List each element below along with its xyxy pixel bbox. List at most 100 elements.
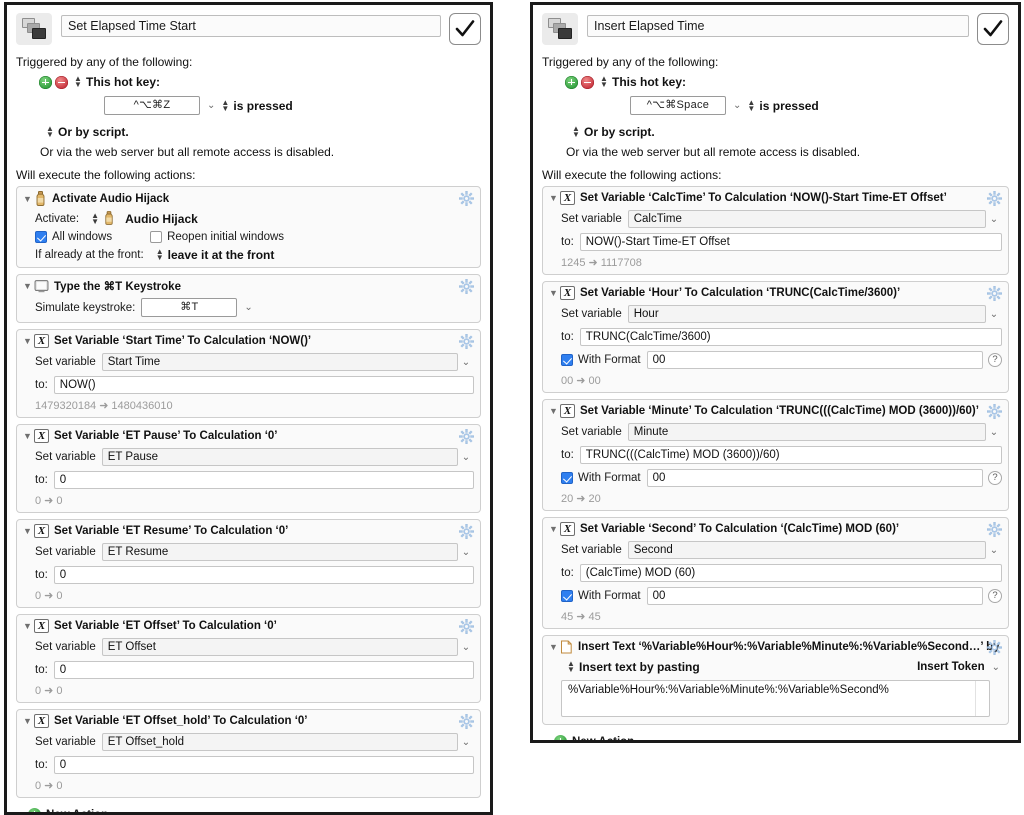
new-action-button-left[interactable]: New Action xyxy=(16,804,481,815)
front-behavior-stepper-icon[interactable]: ▲▼ xyxy=(156,249,164,261)
action-set-variable-et-offset[interactable]: ▼ X Set Variable ‘ET Offset’ To Calculat… xyxy=(16,614,481,703)
gear-icon[interactable] xyxy=(459,334,474,349)
disclosure-triangle-icon[interactable]: ▼ xyxy=(549,642,560,652)
hotkey-chevron-down-icon[interactable]: ⌄ xyxy=(733,100,741,111)
hotkey-input[interactable]: ^⌥⌘Z xyxy=(104,96,200,115)
format-input[interactable]: 00 xyxy=(647,587,983,605)
disclosure-triangle-icon[interactable]: ▼ xyxy=(549,406,560,416)
to-value-input[interactable]: 0 xyxy=(54,471,474,489)
disclosure-triangle-icon[interactable]: ▼ xyxy=(23,336,34,346)
disclosure-triangle-icon[interactable]: ▼ xyxy=(549,288,560,298)
gear-icon[interactable] xyxy=(459,619,474,634)
action-activate-audio-hijack[interactable]: ▼ Activate Audio Hijack xyxy=(16,186,481,268)
format-input[interactable]: 00 xyxy=(647,351,983,369)
gear-icon[interactable] xyxy=(459,191,474,206)
insert-text-textarea[interactable]: %Variable%Hour%:%Variable%Minute%:%Varia… xyxy=(561,680,990,717)
disclosure-triangle-icon[interactable]: ▼ xyxy=(549,524,560,534)
reopen-initial-windows-checkbox[interactable] xyxy=(150,231,162,243)
variable-name-input[interactable]: Hour xyxy=(628,305,986,323)
variable-name-input[interactable]: Start Time xyxy=(102,353,458,371)
variable-name-input[interactable]: Minute xyxy=(628,423,986,441)
trigger-type-stepper-icon[interactable]: ▲▼ xyxy=(74,76,82,88)
variable-name-input[interactable]: ET Offset_hold xyxy=(102,733,458,751)
trigger-type-stepper-icon[interactable]: ▲▼ xyxy=(600,76,608,88)
action-type-keystroke[interactable]: ▼ Type the ⌘T Keystroke xyxy=(16,274,481,323)
to-value-input[interactable]: NOW() xyxy=(54,376,474,394)
gear-icon[interactable] xyxy=(459,714,474,729)
to-value-input[interactable]: 0 xyxy=(54,756,474,774)
variable-chevron-down-icon[interactable]: ⌄ xyxy=(458,547,474,558)
variable-chevron-down-icon[interactable]: ⌄ xyxy=(458,357,474,368)
gear-icon[interactable] xyxy=(987,640,1002,655)
gear-icon[interactable] xyxy=(987,522,1002,537)
to-value-input[interactable]: TRUNC(CalcTime/3600) xyxy=(580,328,1002,346)
or-by-script-stepper-icon[interactable]: ▲▼ xyxy=(46,126,54,138)
gear-icon[interactable] xyxy=(459,524,474,539)
add-trigger-button[interactable] xyxy=(39,76,52,89)
action-set-variable-minute[interactable]: ▼ X Set Variable ‘Minute’ To Calculation… xyxy=(542,399,1009,511)
disclosure-triangle-icon[interactable]: ▼ xyxy=(23,281,34,291)
action-set-variable-et-pause[interactable]: ▼ X Set Variable ‘ET Pause’ To Calculati… xyxy=(16,424,481,513)
disclosure-triangle-icon[interactable]: ▼ xyxy=(23,716,34,726)
disclosure-triangle-icon[interactable]: ▼ xyxy=(549,193,560,203)
disclosure-triangle-icon[interactable]: ▼ xyxy=(23,431,34,441)
macro-title-input[interactable]: Set Elapsed Time Start xyxy=(61,15,441,37)
to-value-input[interactable]: NOW()-Start Time-ET Offset xyxy=(580,233,1002,251)
insert-mode-stepper-icon[interactable]: ▲▼ xyxy=(567,661,575,673)
to-value-input[interactable]: TRUNC(((CalcTime) MOD (3600))/60) xyxy=(580,446,1002,464)
gear-icon[interactable] xyxy=(459,279,474,294)
help-icon[interactable]: ? xyxy=(988,353,1002,367)
with-format-checkbox[interactable] xyxy=(561,472,573,484)
all-windows-checkbox[interactable] xyxy=(35,231,47,243)
action-set-variable-start-time[interactable]: ▼ X Set Variable ‘Start Time’ To Calcula… xyxy=(16,329,481,418)
action-set-variable-hour[interactable]: ▼ X Set Variable ‘Hour’ To Calculation ‘… xyxy=(542,281,1009,393)
or-by-script-stepper-icon[interactable]: ▲▼ xyxy=(572,126,580,138)
macro-enabled-checkbox[interactable] xyxy=(977,13,1009,45)
gear-icon[interactable] xyxy=(987,191,1002,206)
variable-name-input[interactable]: ET Offset xyxy=(102,638,458,656)
keystroke-chevron-down-icon[interactable]: ⌄ xyxy=(244,302,252,313)
action-set-variable-second[interactable]: ▼ X Set Variable ‘Second’ To Calculation… xyxy=(542,517,1009,629)
disclosure-triangle-icon[interactable]: ▼ xyxy=(23,621,34,631)
variable-chevron-down-icon[interactable]: ⌄ xyxy=(458,452,474,463)
add-trigger-button[interactable] xyxy=(565,76,578,89)
variable-chevron-down-icon[interactable]: ⌄ xyxy=(986,309,1002,320)
format-input[interactable]: 00 xyxy=(647,469,983,487)
to-value-input[interactable]: 0 xyxy=(54,566,474,584)
insert-token-chevron-down-icon[interactable]: ⌄ xyxy=(992,662,1000,673)
to-value-input[interactable]: 0 xyxy=(54,661,474,679)
variable-chevron-down-icon[interactable]: ⌄ xyxy=(986,545,1002,556)
hotkey-condition-stepper-icon[interactable]: ▲▼ xyxy=(221,100,229,112)
disclosure-triangle-icon[interactable]: ▼ xyxy=(23,526,34,536)
remove-trigger-button[interactable] xyxy=(581,76,594,89)
variable-chevron-down-icon[interactable]: ⌄ xyxy=(986,214,1002,225)
gear-icon[interactable] xyxy=(459,429,474,444)
hotkey-input[interactable]: ^⌥⌘Space xyxy=(630,96,726,115)
variable-name-input[interactable]: CalcTime xyxy=(628,210,986,228)
insert-token-label[interactable]: Insert Token xyxy=(917,661,985,673)
variable-chevron-down-icon[interactable]: ⌄ xyxy=(458,737,474,748)
help-icon[interactable]: ? xyxy=(988,471,1002,485)
gear-icon[interactable] xyxy=(987,404,1002,419)
action-set-variable-et-offset-hold[interactable]: ▼ X Set Variable ‘ET Offset_hold’ To Cal… xyxy=(16,709,481,798)
action-set-variable-calctime[interactable]: ▼ X Set Variable ‘CalcTime’ To Calculati… xyxy=(542,186,1009,275)
variable-name-input[interactable]: ET Pause xyxy=(102,448,458,466)
gear-icon[interactable] xyxy=(987,286,1002,301)
macro-enabled-checkbox[interactable] xyxy=(449,13,481,45)
action-insert-text[interactable]: ▼ Insert Text ‘%Variable%Hour%:%Variable… xyxy=(542,635,1009,725)
remove-trigger-button[interactable] xyxy=(55,76,68,89)
variable-name-input[interactable]: ET Resume xyxy=(102,543,458,561)
help-icon[interactable]: ? xyxy=(988,589,1002,603)
simulate-keystroke-input[interactable]: ⌘T xyxy=(141,298,237,317)
variable-chevron-down-icon[interactable]: ⌄ xyxy=(986,427,1002,438)
activate-app-stepper-icon[interactable]: ▲▼ xyxy=(91,213,99,225)
hotkey-condition-stepper-icon[interactable]: ▲▼ xyxy=(747,100,755,112)
disclosure-triangle-icon[interactable]: ▼ xyxy=(23,194,34,204)
macro-title-input[interactable]: Insert Elapsed Time xyxy=(587,15,969,37)
variable-name-input[interactable]: Second xyxy=(628,541,986,559)
variable-chevron-down-icon[interactable]: ⌄ xyxy=(458,642,474,653)
with-format-checkbox[interactable] xyxy=(561,354,573,366)
hotkey-chevron-down-icon[interactable]: ⌄ xyxy=(207,100,215,111)
new-action-button-right[interactable]: New Action xyxy=(542,731,1009,743)
to-value-input[interactable]: (CalcTime) MOD (60) xyxy=(580,564,1002,582)
